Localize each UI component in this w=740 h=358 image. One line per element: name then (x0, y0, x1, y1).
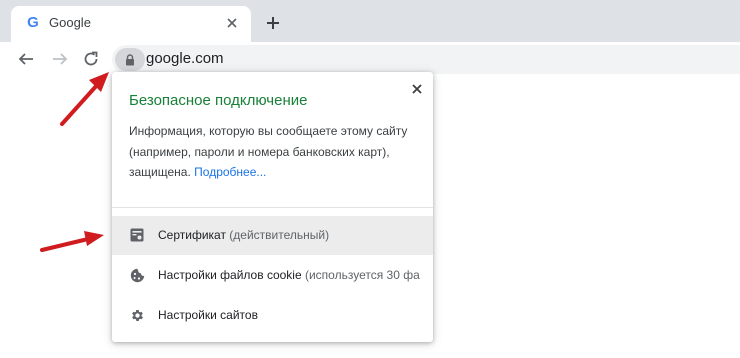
reload-button[interactable] (79, 47, 103, 71)
toolbar: google.com (0, 42, 740, 76)
tab-strip: G Google (0, 0, 740, 42)
certificate-row[interactable]: Сертификат (действительный) (112, 216, 433, 255)
cookie-icon (129, 267, 145, 283)
back-button[interactable] (14, 47, 38, 71)
forward-button[interactable] (48, 47, 72, 71)
site-info-button[interactable] (115, 48, 145, 71)
tab-title: Google (49, 15, 91, 30)
cookie-settings-label: Настройки файлов cookie (используется 30… (158, 268, 420, 282)
tab-close-icon[interactable] (223, 14, 241, 32)
back-arrow-icon (18, 53, 33, 65)
popup-description: Информация, которую вы сообщаете этому с… (129, 121, 419, 183)
url-text[interactable]: google.com (146, 50, 224, 67)
certificate-icon (129, 227, 145, 243)
lock-icon (126, 53, 134, 65)
google-favicon-icon: G (27, 14, 39, 31)
forward-arrow-icon (53, 53, 68, 65)
popup-title: Безопасное подключение (129, 92, 308, 109)
omnibox[interactable]: google.com (112, 45, 740, 74)
tab-google[interactable]: G Google (11, 6, 251, 42)
page-info-popup: Безопасное подключение Информация, котор… (112, 72, 433, 342)
arrow-to-lock-icon (60, 72, 109, 126)
new-tab-icon[interactable] (262, 12, 284, 34)
cookie-settings-row[interactable]: Настройки файлов cookie (используется 30… (112, 256, 433, 295)
divider (112, 207, 433, 208)
description-text: Информация, которую вы сообщаете этому с… (129, 124, 408, 179)
arrow-to-certificate-icon (40, 231, 104, 252)
learn-more-link[interactable]: Подробнее... (194, 165, 266, 179)
certificate-label: Сертификат (действительный) (158, 228, 330, 242)
reload-icon (84, 51, 98, 66)
gear-icon (129, 307, 145, 323)
site-settings-label: Настройки сайтов (158, 308, 258, 322)
site-settings-row[interactable]: Настройки сайтов (112, 296, 433, 335)
close-icon[interactable] (409, 81, 425, 97)
